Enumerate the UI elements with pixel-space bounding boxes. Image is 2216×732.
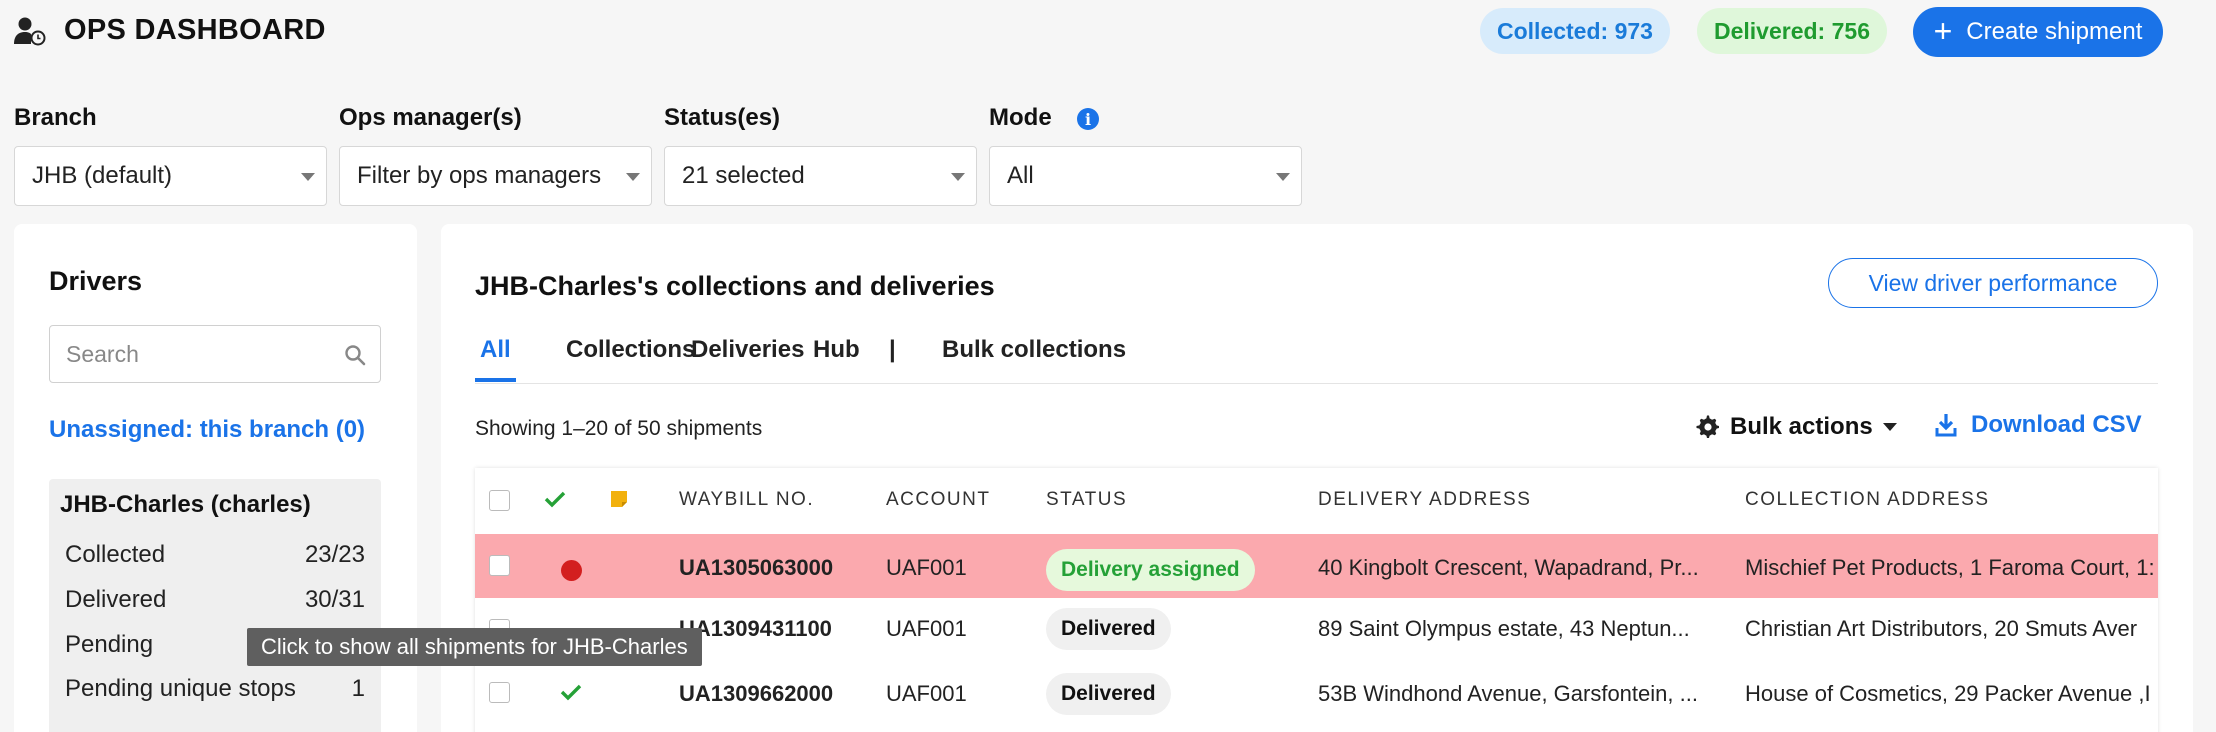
shipments-title: JHB-Charles's collections and deliveries [475,271,995,301]
delivery-address: 40 Kingbolt Crescent, Wapadrand, Pr... [1318,555,1699,580]
table-row[interactable]: UA1309662000 UAF001 Delivered 53B Windho… [475,662,2158,726]
driver-stat-label: Collected [65,541,166,568]
select-all-checkbox[interactable] [489,490,510,511]
column-header-waybill[interactable]: WAYBILL NO. [679,489,814,511]
column-header-status[interactable]: STATUS [1046,489,1127,511]
column-header-delivery-address[interactable]: DELIVERY ADDRESS [1318,489,1531,511]
driver-name: JHB-Charles (charles) [60,491,311,518]
mode-select-value: All [1007,162,1034,189]
caret-down-icon [1882,423,1897,431]
branch-select-value: JHB (default) [32,162,173,189]
driver-stat-value: 1 [351,675,365,702]
branch-select[interactable]: JHB (default) [14,146,327,206]
account-code: UAF001 [886,616,967,641]
status-badge: Delivery assigned [1046,549,1255,591]
user-clock-icon [14,17,46,45]
ops-managers-select[interactable]: Filter by ops managers [339,146,652,206]
driver-stat-label: Pending unique stops [65,675,296,702]
active-tab-indicator [475,378,516,382]
unassigned-drivers-link[interactable]: Unassigned: this branch (0) [49,416,365,444]
pagination-summary: Showing 1–20 of 50 shipments [475,417,763,440]
driver-stat-row: Pending unique stops 1 [65,675,365,703]
ops-managers-label: Ops manager(s) [339,104,522,131]
check-icon [544,491,566,508]
tab-bulk-collections[interactable]: Bulk collections [942,336,1126,364]
statuses-label: Status(es) [664,104,781,131]
account-code: UAF001 [886,555,967,580]
search-icon [345,345,366,366]
row-checkbox[interactable] [489,555,510,576]
table-header: WAYBILL NO. ACCOUNT STATUS DELIVERY ADDR… [475,468,2158,534]
driver-stat-value: 23/23 [304,541,365,568]
driver-stat-label: Delivered [65,586,167,613]
bulk-actions-button[interactable]: Bulk actions [1696,413,1897,441]
alert-dot-icon [561,560,582,581]
driver-search-input[interactable]: Search [49,325,381,383]
delivery-address: 53B Windhond Avenue, Garsfontein, ... [1318,681,1698,706]
caret-down-icon [301,173,315,181]
status-badge: Delivered [1046,673,1171,715]
status-badge: Delivered [1046,608,1171,650]
waybill-number[interactable]: UA1309431100 [679,616,832,642]
bulk-actions-label: Bulk actions [1730,413,1873,440]
info-icon[interactable]: i [1077,108,1099,130]
driver-stat-label: Pending [65,631,154,658]
driver-card[interactable]: JHB-Charles (charles) Collected 23/23 De… [49,479,381,732]
tab-collections[interactable]: Collections [566,336,695,364]
account-code: UAF001 [886,681,967,706]
driver-stat-value: 30/31 [304,586,365,613]
delivery-address: 89 Saint Olympus estate, 43 Neptun... [1318,616,1690,641]
tab-separator: | [889,336,896,363]
ops-managers-select-value: Filter by ops managers [357,162,602,189]
branch-label: Branch [14,104,97,131]
mode-select[interactable]: All [989,146,1302,206]
plus-icon: + [1933,12,1953,49]
column-header-collection-address[interactable]: COLLECTION ADDRESS [1745,489,1990,511]
top-bar: OPS DASHBOARD Collected: 973 Delivered: … [0,0,2216,62]
statuses-select[interactable]: 21 selected [664,146,977,206]
tab-all[interactable]: All [480,336,511,364]
driver-tooltip: Click to show all shipments for JHB-Char… [247,628,702,666]
header-title-group: OPS DASHBOARD [14,14,326,47]
mode-label: Mode [989,104,1052,131]
shipments-table: WAYBILL NO. ACCOUNT STATUS DELIVERY ADDR… [475,468,2158,732]
table-row[interactable]: UA1309431100 UAF001 Delivered 89 Saint O… [475,598,2158,662]
waybill-number[interactable]: UA1309662000 [679,681,833,707]
tab-deliveries[interactable]: Deliveries [691,336,804,364]
table-row[interactable]: UA1305063000 UAF001 Delivery assigned 40… [475,534,2158,598]
caret-down-icon [951,173,965,181]
create-shipment-label: Create shipment [1966,18,2143,45]
search-placeholder: Search [66,340,139,367]
page-title: OPS DASHBOARD [64,14,326,46]
check-icon [560,684,582,701]
shipments-panel: JHB-Charles's collections and deliveries… [441,224,2193,732]
shipment-tabs: All Collections Deliveries Hub | Bulk co… [475,328,2158,384]
caret-down-icon [1276,173,1290,181]
statuses-select-value: 21 selected [682,162,805,189]
drivers-title: Drivers [49,266,143,296]
column-header-account[interactable]: ACCOUNT [886,489,990,511]
collection-address: Mischief Pet Products, 1 Faroma Court, 1… [1745,555,2155,580]
collection-address: House of Cosmetics, 29 Packer Avenue ,I [1745,681,2151,706]
waybill-number[interactable]: UA1305063000 [679,555,833,581]
collected-count-badge: Collected: 973 [1480,8,1670,54]
row-checkbox[interactable] [489,682,510,703]
note-icon [611,491,627,507]
delivered-count-badge: Delivered: 756 [1697,8,1887,54]
view-driver-performance-button[interactable]: View driver performance [1828,258,2158,308]
caret-down-icon [626,173,640,181]
download-icon [1935,414,1957,437]
tab-hub[interactable]: Hub [813,336,860,364]
driver-stat-row: Delivered 30/31 [65,586,365,614]
download-csv-label: Download CSV [1971,411,2142,438]
download-csv-button[interactable]: Download CSV [1935,411,2142,439]
gear-icon [1696,415,1719,438]
driver-stat-row: Collected 23/23 [65,541,365,569]
collection-address: Christian Art Distributors, 20 Smuts Ave… [1745,616,2138,641]
create-shipment-button[interactable]: + Create shipment [1913,7,2163,57]
